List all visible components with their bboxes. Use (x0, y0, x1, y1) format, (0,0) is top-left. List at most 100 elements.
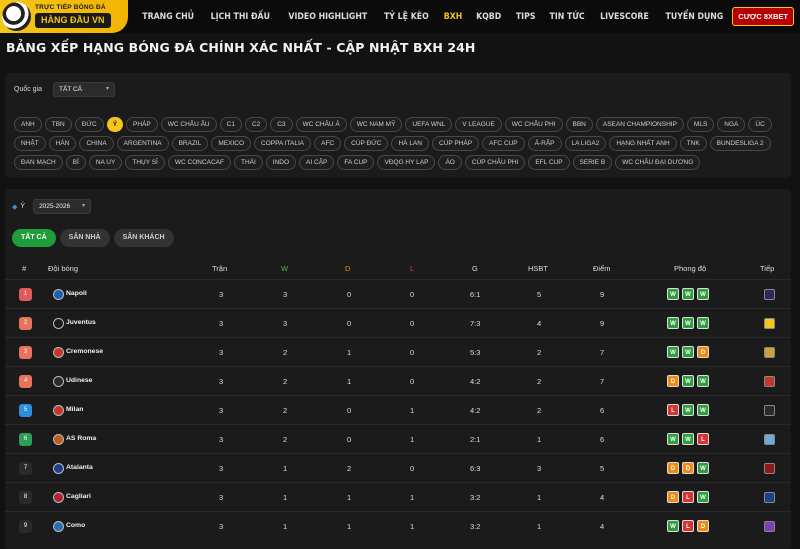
league-chip[interactable]: VĐQG HY LẠP (377, 155, 436, 170)
team-name[interactable]: Napoli (66, 290, 87, 297)
table-row[interactable]: 3 Cremonese 3 2 1 0 5:3 2 7 W W D (5, 337, 791, 366)
table-row[interactable]: 2 Juventus 3 3 0 0 7:3 4 9 W W W (5, 308, 791, 337)
league-chip[interactable]: AI CẬP (299, 155, 335, 170)
goals-cell: 6:3 (470, 464, 481, 473)
league-chip[interactable]: BBN (565, 117, 593, 132)
table-row[interactable]: 8 Cagliari 3 1 1 1 3:2 1 4 D L W (5, 482, 791, 511)
league-chip[interactable]: THỤY SĨ (125, 155, 165, 170)
table-row[interactable]: 9 Como 3 1 1 1 3:2 1 4 W L D (5, 511, 791, 540)
standings-tab[interactable]: SÂN NHÀ (59, 229, 110, 247)
league-chip[interactable]: C1 (219, 117, 242, 132)
league-chip[interactable]: CÚP CHÂU PHI (464, 155, 526, 170)
league-chip[interactable]: WC CHÂU ÂU (160, 117, 217, 132)
league-chip[interactable]: BRAZIL (171, 136, 209, 151)
table-row[interactable]: 1 Napoli 3 3 0 0 6:1 5 9 W W W (5, 279, 791, 308)
league-chip[interactable]: NA UY (88, 155, 123, 170)
next-opponent-logo-icon[interactable] (764, 521, 775, 532)
bet-cta-button[interactable]: CƯỢC 8XBET (732, 7, 794, 26)
next-opponent-logo-icon[interactable] (764, 492, 775, 503)
league-chip[interactable]: TBN (44, 117, 72, 132)
season-select[interactable]: 2025-2026 ▾ (33, 199, 92, 214)
league-chip[interactable]: NHẬT (14, 136, 46, 151)
form-badge: W (697, 288, 709, 300)
league-chip[interactable]: LA LIGA2 (564, 136, 607, 151)
standings-tab[interactable]: TẤT CẢ (12, 229, 56, 247)
next-opponent-logo-icon[interactable] (764, 318, 775, 329)
next-opponent-logo-icon[interactable] (764, 463, 775, 474)
nav-item[interactable]: TRANG CHỦ (142, 12, 194, 22)
league-chip[interactable]: CÚP ĐỨC (344, 136, 389, 151)
standings-tab[interactable]: SÂN KHÁCH (113, 229, 174, 247)
league-chip[interactable]: AFC CUP (482, 136, 525, 151)
league-chip[interactable]: Ý (106, 117, 124, 132)
next-opponent-logo-icon[interactable] (764, 376, 775, 387)
team-name[interactable]: Udinese (66, 377, 92, 384)
league-chip[interactable]: C3 (270, 117, 293, 132)
league-chip[interactable]: UEFA WNL (405, 117, 453, 132)
league-chip[interactable]: INDO (265, 155, 297, 170)
site-logo[interactable]: TRỰC TIẾP BÓNG ĐÁ HÀNG ĐẦU VN (0, 0, 128, 33)
nav-item[interactable]: LỊCH THI ĐẤU (211, 12, 270, 22)
table-row[interactable]: 6 AS Roma 3 2 0 1 2:1 1 6 W W L (5, 424, 791, 453)
nav-item[interactable]: BXH (444, 12, 463, 22)
league-chip[interactable]: THÁI (233, 155, 263, 170)
table-row[interactable]: 7 Atalanta 3 1 2 0 6:3 3 5 D D W (5, 453, 791, 482)
league-chip[interactable]: ĐỨC (74, 117, 104, 132)
league-chip[interactable]: HẠNG NHẤT ANH (609, 136, 677, 151)
league-chip[interactable]: WC CONCACAF (167, 155, 231, 170)
nav-item[interactable]: TIN TỨC (549, 12, 584, 22)
league-chip[interactable]: BUNDESLIGA 2 (709, 136, 771, 151)
league-chip[interactable]: TNK (679, 136, 707, 151)
league-chip[interactable]: Ả-RẬP (527, 136, 562, 151)
next-opponent-logo-icon[interactable] (764, 289, 775, 300)
next-opponent-logo-icon[interactable] (764, 434, 775, 445)
league-chip[interactable]: HÀN (48, 136, 77, 151)
nav-item[interactable]: TIPS (515, 12, 535, 22)
league-chip[interactable]: ANH (14, 117, 42, 132)
league-chip[interactable]: NGA (717, 117, 746, 132)
table-row[interactable]: 4 Udinese 3 2 1 0 4:2 2 7 D W W (5, 366, 791, 395)
loss-cell: 0 (410, 319, 415, 328)
league-chip[interactable]: ÁO (438, 155, 462, 170)
league-chip[interactable]: WC NAM MỸ (349, 117, 403, 132)
league-chip[interactable]: ARGENTINA (116, 136, 169, 151)
league-chip[interactable]: AFC (314, 136, 342, 151)
next-opponent-logo-icon[interactable] (764, 347, 775, 358)
team-name[interactable]: Como (66, 522, 85, 529)
team-name[interactable]: Atalanta (66, 464, 93, 471)
team-name[interactable]: Cagliari (66, 493, 91, 500)
league-chip[interactable]: C2 (244, 117, 268, 132)
team-name[interactable]: AS Roma (66, 435, 96, 442)
league-chip[interactable]: SERIE B (572, 155, 613, 170)
league-chip[interactable]: ASEAN CHAMPIONSHIP (595, 117, 684, 132)
country-select[interactable]: TẤT CẢ ▾ (53, 82, 115, 97)
form-badge: D (682, 462, 694, 474)
league-chip[interactable]: V LEAGUE (455, 117, 502, 132)
league-chip[interactable]: WC CHÂU ĐẠI DƯƠNG (615, 155, 701, 170)
league-chip[interactable]: MLS (686, 117, 715, 132)
league-chip[interactable]: BỈ (65, 155, 86, 170)
league-chip[interactable]: PHÁP (126, 117, 158, 132)
league-chip[interactable]: FA CUP (337, 155, 375, 170)
league-chip[interactable]: ĐAN MẠCH (14, 155, 63, 170)
nav-item[interactable]: KQBD (476, 12, 501, 22)
league-chip[interactable]: COPPA ITALIA (254, 136, 312, 151)
team-name[interactable]: Cremonese (66, 348, 103, 355)
league-chip[interactable]: CÚP PHÁP (431, 136, 480, 151)
league-chip[interactable]: HÀ LAN (391, 136, 429, 151)
league-chip[interactable]: MEXICO (211, 136, 252, 151)
league-chip[interactable]: CHINA (79, 136, 114, 151)
draw-cell: 1 (347, 493, 352, 502)
team-name[interactable]: Juventus (66, 319, 96, 326)
nav-item[interactable]: TUYỂN DỤNG (666, 12, 724, 22)
league-chip[interactable]: ÚC (748, 117, 772, 132)
nav-item[interactable]: VIDEO HIGHLIGHT (288, 12, 367, 22)
team-name[interactable]: Milan (66, 406, 83, 413)
league-chip[interactable]: WC CHÂU PHI (504, 117, 563, 132)
league-chip[interactable]: EFL CUP (528, 155, 570, 170)
nav-item[interactable]: TỶ LỆ KÈO (384, 12, 429, 22)
table-row[interactable]: 5 Milan 3 2 0 1 4:2 2 6 L W W (5, 395, 791, 424)
next-opponent-logo-icon[interactable] (764, 405, 775, 416)
nav-item[interactable]: LIVESCORE (600, 12, 649, 22)
league-chip[interactable]: WC CHÂU Á (295, 117, 347, 132)
